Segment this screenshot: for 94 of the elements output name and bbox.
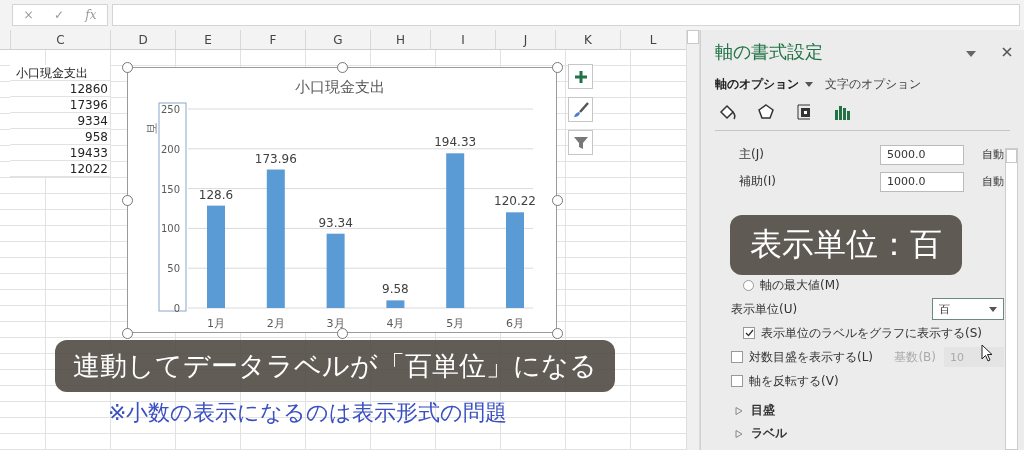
category-label: 2月 (266, 317, 285, 330)
radio-label: 軸の最大値(M) (760, 276, 840, 294)
caret-icon (966, 51, 976, 57)
field-label: 基数(B) (894, 348, 936, 366)
chart-styles-button[interactable] (568, 97, 593, 122)
data-label: 128.6 (198, 187, 234, 202)
table-cell: 17396 (10, 97, 110, 113)
table-cell: 12022 (10, 161, 110, 177)
field-label: 補助(I) (739, 173, 776, 190)
selection-handle[interactable] (552, 328, 563, 339)
category-label: 5月 (446, 317, 465, 330)
close-icon (1002, 47, 1012, 57)
number-field[interactable]: 1000.0 (880, 171, 964, 192)
radio-button[interactable] (743, 279, 754, 291)
column-header[interactable]: C (10, 30, 110, 49)
add-chart-element-button[interactable] (568, 64, 593, 89)
vertical-scrollbar[interactable] (686, 30, 700, 450)
column-header[interactable]: L (620, 30, 685, 49)
axis-tick-label: 200 (160, 143, 180, 155)
caption-box: 表示単位：百 (730, 215, 962, 275)
checkbox[interactable] (731, 351, 743, 363)
selection-handle[interactable] (552, 62, 563, 73)
collapsed-arrow-icon (735, 406, 743, 415)
pentagon-icon (757, 103, 775, 121)
collapsed-arrow-icon (735, 429, 743, 438)
checkbox-label: 対数目盛を表示する(L) (749, 348, 874, 366)
data-label: 173.96 (254, 151, 297, 166)
table-cell: 958 (10, 129, 110, 145)
selection-handle[interactable] (122, 62, 133, 73)
table-cell: 12860 (10, 81, 110, 97)
pane-scrollbar[interactable] (1005, 148, 1018, 450)
category-label: 6月 (506, 317, 524, 330)
chart-area[interactable]: 小口現金支出 0 50 100 150 200 250 百 128.6 173.96 93.34 9.58 194.33 120.22 1月 2月 3月 4月 5月 6月 (127, 67, 557, 333)
display-unit-dropdown[interactable]: 百 (932, 298, 1004, 320)
auto-label: 自動 (981, 174, 1004, 189)
chart-bar (386, 300, 405, 308)
checkbox-label: 軸を反転する(V) (749, 372, 839, 390)
axis-tick-label: 250 (160, 104, 180, 115)
section-header[interactable]: 目盛 (731, 399, 775, 422)
checkbox-label: 表示単位のラベルをグラフに表示する(S) (761, 324, 982, 342)
caption-note: ※小数の表示になるのは表示形式の問題 (108, 399, 508, 427)
field-label: 表示単位(U) (731, 300, 798, 318)
plus-icon (573, 69, 588, 84)
column-header[interactable]: G (305, 30, 370, 49)
checkbox[interactable] (743, 327, 755, 339)
column-header[interactable]: I (430, 30, 495, 49)
column-header[interactable]: E (175, 30, 240, 49)
selection-handle[interactable] (122, 195, 133, 206)
selection-handle[interactable] (337, 328, 348, 339)
selection-handle[interactable] (122, 328, 133, 339)
selection-handle[interactable] (337, 62, 348, 73)
category-label: 3月 (326, 317, 345, 330)
paint-bucket-icon (719, 103, 737, 121)
formula-input[interactable] (112, 4, 1020, 26)
caret-icon (989, 306, 997, 312)
table-cell: 小口現金支出 (10, 65, 110, 81)
caption-box: 連動してデータラベルが「百単位」になる (55, 340, 615, 392)
data-label: 93.34 (318, 215, 353, 230)
column-header[interactable]: D (110, 30, 175, 49)
filter-icon (572, 134, 589, 151)
category-label: 4月 (386, 317, 405, 330)
axis-tick-label: 150 (160, 183, 180, 195)
table-cell: 9334 (10, 113, 110, 129)
base-field: 10 (944, 347, 1004, 367)
caret-icon (805, 81, 813, 87)
mouse-cursor-icon (981, 344, 993, 362)
data-label: 9.58 (382, 282, 409, 297)
checkbox[interactable] (731, 375, 743, 387)
selection-handle[interactable] (552, 195, 563, 206)
axis-tick-label: 50 (167, 263, 180, 275)
number-field[interactable]: 5000.0 (880, 144, 964, 165)
axis-selection-frame[interactable] (158, 102, 187, 312)
options-tab[interactable]: 文字のオプション (825, 75, 921, 93)
table-cell: 19433 (10, 145, 110, 161)
chart-filter-button[interactable] (568, 130, 593, 155)
axis-tick-label: 100 (160, 223, 180, 235)
size-properties-icon (795, 103, 813, 121)
pane-title: 軸の書式設定 (715, 40, 824, 64)
brush-icon (572, 101, 589, 118)
chart-title: 小口現金支出 (295, 78, 385, 96)
data-label: 194.33 (434, 135, 477, 150)
data-label: 120.22 (494, 194, 536, 209)
column-header[interactable]: K (555, 30, 620, 49)
axis-tick-label: 0 (173, 303, 180, 314)
column-header[interactable]: J (495, 30, 555, 49)
column-header[interactable]: F (240, 30, 305, 49)
section-header[interactable]: ラベル (731, 422, 787, 445)
options-tab[interactable]: 軸のオプション (715, 75, 813, 93)
category-label: 1月 (207, 317, 225, 330)
column-header[interactable]: H (370, 30, 430, 49)
axis-unit-label: 百 (145, 123, 158, 134)
field-label: 主(J) (739, 146, 764, 163)
bar-chart-icon (833, 103, 851, 121)
auto-label: 自動 (981, 147, 1004, 162)
